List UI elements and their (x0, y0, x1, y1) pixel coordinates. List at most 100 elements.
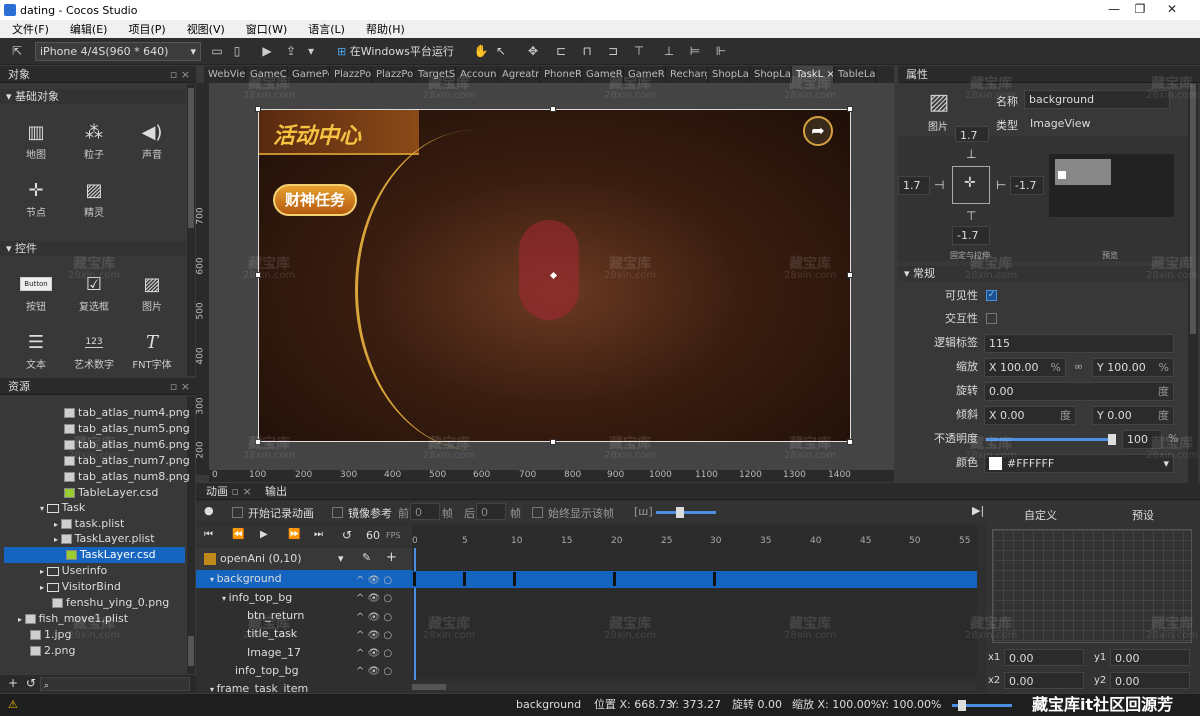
y1-input[interactable]: 0.00 (1110, 649, 1190, 666)
control-button[interactable]: Button 按钮 (11, 270, 61, 313)
track-controls[interactable]: ^ 👁 ○ (356, 572, 406, 590)
track-controls[interactable]: ^ 👁 ○ (356, 627, 406, 645)
landscape-icon[interactable]: ▭ (208, 42, 226, 61)
timeline-zoom-slider[interactable] (656, 507, 716, 518)
keyframe[interactable] (613, 572, 616, 586)
tab-output[interactable]: 输出 (265, 483, 287, 500)
move-icon[interactable]: ✥ (524, 42, 542, 61)
control-atlas-label[interactable]: 123 艺术数字 (69, 328, 119, 372)
prev-input[interactable]: 0 (410, 503, 440, 520)
visible-checkbox[interactable]: ✓ (986, 290, 997, 301)
doc-tab[interactable]: ShopLa (750, 66, 792, 83)
align-middle-icon[interactable]: ⊥ (660, 42, 678, 61)
animation-name[interactable]: openAni (0,10) (220, 552, 302, 565)
resize-handle[interactable] (847, 439, 853, 445)
portrait-icon[interactable]: ▯ (228, 42, 246, 61)
edit-icon[interactable]: ✎ (362, 551, 371, 564)
device-select[interactable]: iPhone 4/4S(960 * 640) ▾ (35, 42, 201, 61)
x1-input[interactable]: 0.00 (1004, 649, 1084, 666)
timeline-scrollbar[interactable] (412, 683, 977, 691)
resize-handle[interactable] (255, 272, 261, 278)
frame-mark-icon[interactable]: [ш] (634, 505, 653, 518)
mirror-checkbox[interactable] (332, 507, 343, 518)
scale-x-input[interactable]: X 100.00% (984, 358, 1066, 377)
align-center-icon[interactable]: ⊓ (578, 42, 596, 61)
zoom-slider[interactable] (952, 700, 1012, 711)
y2-input[interactable]: 0.00 (1110, 672, 1190, 689)
control-checkbox[interactable]: ☑ 复选框 (69, 270, 119, 314)
next-frame-icon[interactable]: ⏩ (288, 529, 300, 540)
doc-tab[interactable]: WebVie (204, 66, 246, 83)
menu-file[interactable]: 文件(F) (0, 21, 58, 37)
margin-bottom-input[interactable]: -1.7 (952, 226, 990, 245)
distribute-v-icon[interactable]: ⊩ (712, 42, 730, 61)
first-frame-icon[interactable]: ⏮ (204, 529, 213, 540)
opacity-slider-thumb[interactable] (1108, 434, 1116, 445)
control-image[interactable]: ▨ 图片 (127, 270, 177, 314)
always-show-checkbox[interactable] (532, 507, 543, 518)
menu-language[interactable]: 语言(L) (296, 21, 354, 37)
play-end-icon[interactable]: ▶| (972, 504, 984, 517)
pin-left-icon[interactable]: ⊣ (934, 178, 944, 192)
menu-edit[interactable]: 编辑(E) (58, 21, 117, 37)
align-left-icon[interactable]: ⊏ (552, 42, 570, 61)
hand-icon[interactable]: ✋ (472, 42, 490, 61)
menu-project[interactable]: 项目(P) (116, 21, 174, 37)
close-button[interactable]: ✕ (1156, 0, 1188, 20)
stretch-box[interactable]: ✛ (952, 166, 990, 204)
doc-tab[interactable]: Accoun (456, 66, 498, 83)
panel-close-icon[interactable]: ▫ × (170, 378, 190, 395)
color-select[interactable]: #FFFFFF ▾ (984, 454, 1174, 473)
doc-tab[interactable]: PlazzPo (372, 66, 414, 83)
pin-top-icon[interactable]: ⊥ (966, 147, 976, 161)
track-controls[interactable]: ^ 👁 ○ (356, 663, 406, 681)
resource-item[interactable]: tab_atlas_num6.png (64, 437, 190, 453)
warning-icon[interactable]: ⚠ (8, 694, 18, 716)
easing-tab-custom[interactable]: 自定义 (1024, 507, 1057, 523)
object-particle[interactable]: ⁂ 粒子 (69, 118, 119, 162)
menu-view[interactable]: 视图(V) (175, 21, 234, 37)
doc-tab-active[interactable]: TaskL × (792, 66, 834, 83)
panel-close-icon[interactable]: ▫ × (170, 66, 190, 83)
object-sprite[interactable]: ▨ 精灵 (69, 176, 119, 220)
resource-item[interactable]: fenshu_ying_0.png (52, 595, 169, 611)
return-arrow-icon[interactable]: ➦ (803, 116, 833, 146)
easing-tab-preset[interactable]: 预设 (1132, 507, 1154, 523)
doc-tab[interactable]: Recharg (666, 66, 708, 83)
rotation-input[interactable]: 0.00 度 (984, 382, 1174, 401)
properties-scrollbar[interactable] (1188, 84, 1198, 484)
add-icon[interactable]: + (8, 676, 18, 690)
run-target-select[interactable]: ⊞ 在Windows平台运行 ▾ (332, 42, 460, 75)
resource-item[interactable]: ▸ fish_move1.plist (18, 611, 128, 627)
tag-input[interactable]: 115 (984, 334, 1174, 353)
resource-folder[interactable]: ▸ Userinfo (40, 563, 107, 579)
align-top-icon[interactable]: ⊤ (630, 42, 648, 61)
doc-tab[interactable]: PlazzPo (330, 66, 372, 83)
resource-item-selected[interactable]: TaskLayer.csd (4, 547, 185, 563)
prev-frame-icon[interactable]: ⏪ (232, 529, 244, 540)
resize-handle[interactable] (847, 272, 853, 278)
menu-help[interactable]: 帮助(H) (354, 21, 414, 37)
controls-section-header[interactable]: ▾ 控件 (0, 241, 186, 256)
object-sound[interactable]: ◀) 声音 (127, 118, 177, 162)
margin-top-input[interactable]: 1.7 (955, 126, 989, 142)
resource-item[interactable]: 2.png (30, 643, 75, 659)
last-frame-icon[interactable]: ⏭ (314, 529, 323, 540)
playhead[interactable] (414, 548, 416, 680)
pin-bottom-icon[interactable]: ⊤ (966, 209, 976, 223)
export-icon[interactable]: ⇪ (282, 42, 300, 61)
fps-value[interactable]: 60 (366, 529, 380, 542)
resource-item[interactable]: tab_atlas_num7.png (64, 453, 190, 469)
maximize-button[interactable]: ❐ (1124, 0, 1156, 20)
interactive-checkbox[interactable] (986, 313, 997, 324)
resource-item[interactable]: ▸ TaskLayer.plist (54, 531, 155, 547)
add-animation-icon[interactable]: + (386, 550, 397, 565)
margin-left-input[interactable]: 1.7 (898, 176, 930, 195)
doc-tab[interactable]: PhoneR (540, 66, 582, 83)
resource-item[interactable]: tab_atlas_num5.png (64, 421, 190, 437)
record-checkbox[interactable] (232, 507, 243, 518)
name-input[interactable]: background (1024, 90, 1170, 109)
resource-item[interactable]: ▸ task.plist (54, 516, 124, 532)
loop-icon[interactable]: ↺ (342, 528, 352, 542)
track-controls[interactable]: ^ 👁 ○ (356, 609, 406, 627)
